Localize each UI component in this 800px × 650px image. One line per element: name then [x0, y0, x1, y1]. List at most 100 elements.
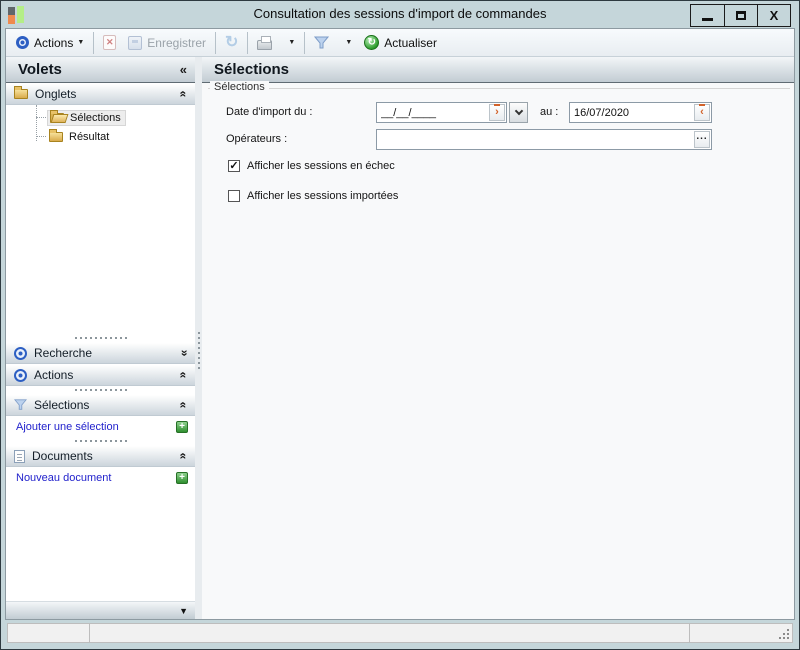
selections-form: Sélections Date d'import du : › au : — [202, 83, 794, 619]
actions-menu-button[interactable]: Actions ▼ — [10, 31, 90, 55]
tree-row-resultat[interactable]: Résultat — [6, 127, 195, 146]
app-window: Consultation des sessions d'import de co… — [0, 0, 800, 650]
delete-button[interactable]: ✕ — [97, 31, 122, 55]
minimize-icon — [702, 18, 713, 21]
tree-row-selections[interactable]: Sélections — [6, 108, 195, 127]
close-icon: X — [770, 9, 779, 22]
selections-section-label: Sélections — [34, 398, 173, 412]
window-title: Consultation des sessions d'import de co… — [1, 6, 799, 21]
date-to-prev-button[interactable]: ‹ — [694, 104, 710, 121]
status-cell-right — [690, 624, 792, 642]
checkbox-echec[interactable]: ✓ — [228, 160, 240, 172]
filter-button[interactable] — [308, 31, 335, 55]
date-from-dropdown-button[interactable] — [509, 102, 528, 123]
toolbar-separator — [304, 32, 305, 54]
sidebar-title: Volets — [18, 61, 62, 78]
toolbar-separator — [247, 32, 248, 54]
new-document-plus-button[interactable]: + — [176, 472, 188, 484]
checkbox-echec-label: Afficher les sessions en échec — [247, 160, 395, 172]
toolbar: Actions ▼ ✕ Enregistrer ↻ ▼ — [6, 29, 794, 57]
panel-splitter[interactable] — [195, 57, 202, 619]
filter-dropdown-button[interactable]: ▼ — [335, 31, 358, 55]
tree-item-selections[interactable]: Sélections — [47, 110, 126, 126]
folder-open-icon — [50, 113, 64, 123]
au-label: au : — [540, 102, 558, 123]
date-to-wrap: ‹ — [569, 102, 712, 123]
folder-icon — [49, 132, 63, 142]
date-from-input[interactable] — [377, 103, 506, 122]
actualiser-icon: ↻ — [364, 35, 379, 50]
actualiser-label: Actualiser — [384, 36, 437, 50]
print-button[interactable] — [251, 31, 278, 55]
new-document-link[interactable]: Nouveau document — [16, 472, 111, 484]
status-cell-left — [8, 624, 90, 642]
ellipsis-icon: ... — [696, 137, 707, 142]
refresh-button[interactable]: ↻ — [219, 31, 244, 55]
groupbox-border — [208, 88, 790, 89]
chevron-up-icon[interactable]: « — [178, 402, 190, 409]
sidebar-header: Volets « — [6, 57, 195, 83]
date-from-next-button[interactable]: › — [489, 104, 505, 121]
sidebar-collapse-button[interactable]: « — [180, 62, 187, 77]
date-to-input[interactable] — [570, 103, 711, 122]
operators-browse-button[interactable]: ... — [694, 131, 710, 148]
section-recherche[interactable]: Recherche « — [6, 343, 195, 364]
sidebar-splitter[interactable] — [6, 334, 195, 342]
tree-item-label: Sélections — [70, 112, 121, 124]
maximize-button[interactable] — [724, 5, 757, 26]
tree-item-label: Résultat — [69, 131, 109, 143]
add-selection-link[interactable]: Ajouter une sélection — [16, 421, 119, 433]
checkbox-importees[interactable] — [228, 190, 240, 202]
actualiser-button[interactable]: ↻ Actualiser — [358, 31, 443, 55]
maximize-icon — [736, 11, 746, 20]
add-selection-plus-button[interactable]: + — [176, 421, 188, 433]
save-icon — [128, 36, 142, 50]
sidebar: Volets « Onglets « Sélections — [6, 57, 195, 619]
refresh-icon: ↻ — [225, 35, 238, 51]
close-button[interactable]: X — [757, 5, 790, 26]
orange-prev-icon: ‹ — [700, 107, 704, 118]
sidebar-scroll-down-bar[interactable]: ▼ — [6, 601, 195, 619]
checkbox-importees-label: Afficher les sessions importées — [247, 190, 398, 202]
filter-icon — [314, 36, 329, 50]
section-selections[interactable]: Sélections « — [6, 395, 195, 416]
save-button[interactable]: Enregistrer — [122, 31, 212, 55]
chevron-down-icon — [514, 107, 522, 115]
delete-icon: ✕ — [103, 35, 116, 50]
chevron-up-icon[interactable]: « — [178, 453, 190, 460]
minimize-button[interactable] — [691, 5, 724, 26]
toolbar-separator — [215, 32, 216, 54]
main-title: Sélections — [214, 61, 289, 78]
main-panel: Sélections Sélections Date d'import du :… — [202, 57, 794, 619]
tree-connector — [36, 136, 46, 137]
status-bar — [7, 623, 793, 643]
print-dropdown-button[interactable]: ▼ — [278, 31, 301, 55]
section-documents[interactable]: Documents « — [6, 446, 195, 467]
checkbox-row-echec: ✓ Afficher les sessions en échec — [228, 159, 395, 173]
operators-label: Opérateurs : — [226, 129, 287, 150]
new-document-row: Nouveau document + — [6, 467, 195, 488]
section-actions[interactable]: Actions « — [6, 365, 195, 386]
operators-input[interactable] — [377, 130, 711, 149]
target-icon — [14, 347, 27, 360]
sidebar-splitter[interactable] — [6, 386, 195, 394]
chevron-up-icon[interactable]: « — [178, 372, 190, 379]
chevron-down-icon[interactable]: « — [178, 350, 190, 357]
scroll-down-icon: ▼ — [179, 606, 188, 616]
document-icon — [14, 450, 25, 463]
checkbox-row-importees: Afficher les sessions importées — [228, 189, 398, 203]
print-dropdown-icon: ▼ — [288, 39, 295, 46]
printer-icon — [257, 40, 272, 50]
sidebar-filler — [6, 488, 195, 601]
filter-dropdown-icon: ▼ — [345, 39, 352, 46]
documents-section-label: Documents — [32, 449, 173, 463]
chevron-up-icon[interactable]: « — [178, 91, 190, 98]
section-onglets[interactable]: Onglets « — [6, 84, 195, 105]
sidebar-splitter[interactable] — [6, 437, 195, 445]
save-label: Enregistrer — [147, 36, 206, 50]
toolbar-separator — [93, 32, 94, 54]
resize-grip[interactable] — [787, 637, 789, 639]
titlebar[interactable]: Consultation des sessions d'import de co… — [1, 1, 799, 28]
tree-item-resultat[interactable]: Résultat — [47, 130, 113, 144]
date-from-wrap: › — [376, 102, 507, 123]
